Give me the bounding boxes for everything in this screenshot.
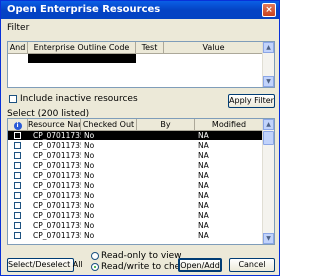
read-only-radio[interactable] bbox=[91, 252, 99, 260]
row-checkbox[interactable] bbox=[14, 192, 21, 199]
cell-modified: NA bbox=[198, 141, 209, 150]
resource-col-name[interactable]: Resource Name bbox=[28, 119, 81, 131]
cell-checked-out: No bbox=[84, 151, 95, 160]
open-enterprise-resources-dialog: Open Enterprise Resources × Filter And E… bbox=[0, 0, 280, 276]
cell-modified: NA bbox=[198, 211, 209, 220]
window-title: Open Enterprise Resources bbox=[7, 4, 161, 15]
table-row[interactable]: CP_0701173552_(No NA bbox=[8, 191, 262, 200]
row-checkbox[interactable] bbox=[14, 162, 21, 169]
cell-checked-out: No bbox=[84, 231, 95, 240]
cell-checked-out: No bbox=[84, 131, 95, 140]
table-row[interactable]: CP_0701173552_(No NA bbox=[8, 181, 262, 190]
select-deselect-all-button[interactable]: Select/Deselect All bbox=[7, 258, 83, 272]
title-bar: Open Enterprise Resources × bbox=[1, 1, 279, 19]
cell-checked-out: No bbox=[84, 221, 95, 230]
cell-modified: NA bbox=[198, 151, 209, 160]
close-button[interactable]: × bbox=[262, 3, 276, 17]
table-row[interactable]: CP_0701173552_(No NA bbox=[8, 211, 262, 220]
filter-col-outline-code: Enterprise Outline Code bbox=[28, 42, 136, 54]
cell-resource-name: CP_0701173552_( bbox=[33, 141, 81, 150]
cell-resource-name: CP_0701173552_( bbox=[33, 221, 81, 230]
scroll-down-icon[interactable]: ▼ bbox=[263, 233, 274, 244]
filter-col-and: And bbox=[8, 42, 28, 54]
cell-resource-name: CP_0701173552_( bbox=[33, 211, 81, 220]
resource-col-modified[interactable]: Modified bbox=[195, 119, 264, 131]
cell-checked-out: No bbox=[84, 161, 95, 170]
cell-resource-name: CP_0701173552_( bbox=[33, 171, 81, 180]
row-checkbox[interactable] bbox=[14, 222, 21, 229]
filter-scrollbar[interactable]: ▲ ▼ bbox=[262, 42, 274, 87]
row-checkbox[interactable] bbox=[14, 142, 21, 149]
row-checkbox[interactable] bbox=[14, 212, 21, 219]
cell-resource-name: CP_0701173552_( bbox=[33, 201, 81, 210]
table-row[interactable]: CP_0701173552_(No NA bbox=[8, 201, 262, 210]
row-checkbox[interactable] bbox=[14, 132, 21, 139]
table-row[interactable]: CP_0701173552_(No NA bbox=[8, 131, 262, 140]
cell-modified: NA bbox=[198, 201, 209, 210]
filter-grid[interactable]: And Enterprise Outline Code Test Value ▲… bbox=[7, 41, 275, 88]
cell-modified: NA bbox=[198, 181, 209, 190]
row-checkbox[interactable] bbox=[14, 182, 21, 189]
table-row[interactable]: CP_0701173552_(No NA bbox=[8, 141, 262, 150]
resource-col-by[interactable]: By bbox=[137, 119, 195, 131]
cell-modified: NA bbox=[198, 131, 209, 140]
scroll-up-icon[interactable]: ▲ bbox=[263, 42, 274, 53]
filter-col-test: Test bbox=[136, 42, 164, 54]
open-add-button[interactable]: Open/Add bbox=[178, 258, 222, 272]
row-checkbox[interactable] bbox=[14, 202, 21, 209]
cell-resource-name: CP_0701173552_( bbox=[33, 161, 81, 170]
cancel-button[interactable]: Cancel bbox=[229, 258, 275, 272]
resource-rows: CP_0701173552_(NoNACP_0701173552_(NoNACP… bbox=[8, 131, 262, 244]
filter-label: Filter bbox=[7, 23, 30, 33]
cell-modified: NA bbox=[198, 221, 209, 230]
row-checkbox[interactable] bbox=[14, 232, 21, 239]
cell-checked-out: No bbox=[84, 201, 95, 210]
cell-modified: NA bbox=[198, 171, 209, 180]
table-row[interactable]: CP_0701173552_(No NA bbox=[8, 161, 262, 170]
resource-col-info: i bbox=[8, 119, 28, 131]
cell-modified: NA bbox=[198, 231, 209, 240]
cell-resource-name: CP_0701173552_( bbox=[33, 131, 81, 140]
cell-checked-out: No bbox=[84, 141, 95, 150]
table-row[interactable]: CP_0701173552_(No NA bbox=[8, 151, 262, 160]
cell-resource-name: CP_0701173552_( bbox=[33, 231, 81, 240]
row-checkbox[interactable] bbox=[14, 152, 21, 159]
cell-checked-out: No bbox=[84, 181, 95, 190]
cell-resource-name: CP_0701173552_( bbox=[33, 191, 81, 200]
cell-modified: NA bbox=[198, 191, 209, 200]
resource-col-checked-out[interactable]: Checked Out bbox=[81, 119, 137, 131]
cell-checked-out: No bbox=[84, 171, 95, 180]
resource-scrollbar[interactable]: ▲ ▼ bbox=[262, 119, 274, 244]
include-inactive-checkbox[interactable] bbox=[9, 95, 17, 103]
table-row[interactable]: CP_0701173552_(No NA bbox=[8, 231, 262, 240]
apply-filter-button[interactable]: Apply Filter bbox=[228, 94, 275, 108]
cell-resource-name: CP_0701173552_( bbox=[33, 181, 81, 190]
table-row[interactable]: CP_0701173552_(No NA bbox=[8, 221, 262, 230]
cell-modified: NA bbox=[198, 161, 209, 170]
include-inactive-label: Include inactive resources bbox=[20, 94, 138, 104]
info-icon: i bbox=[13, 122, 22, 130]
cell-checked-out: No bbox=[84, 211, 95, 220]
scroll-thumb[interactable] bbox=[263, 131, 274, 145]
cell-resource-name: CP_0701173552_( bbox=[33, 151, 81, 160]
read-only-label: Read-only to view bbox=[101, 251, 182, 261]
filter-col-value: Value bbox=[164, 42, 264, 54]
read-write-radio[interactable] bbox=[91, 263, 99, 271]
resource-grid[interactable]: i Resource Name Checked Out By Modified … bbox=[7, 118, 275, 245]
scroll-down-icon[interactable]: ▼ bbox=[263, 76, 274, 87]
row-checkbox[interactable] bbox=[14, 172, 21, 179]
filter-row-selected-cell[interactable] bbox=[28, 54, 136, 63]
cell-checked-out: No bbox=[84, 191, 95, 200]
table-row[interactable]: CP_0701173552_(No NA bbox=[8, 171, 262, 180]
scroll-up-icon[interactable]: ▲ bbox=[263, 119, 274, 130]
